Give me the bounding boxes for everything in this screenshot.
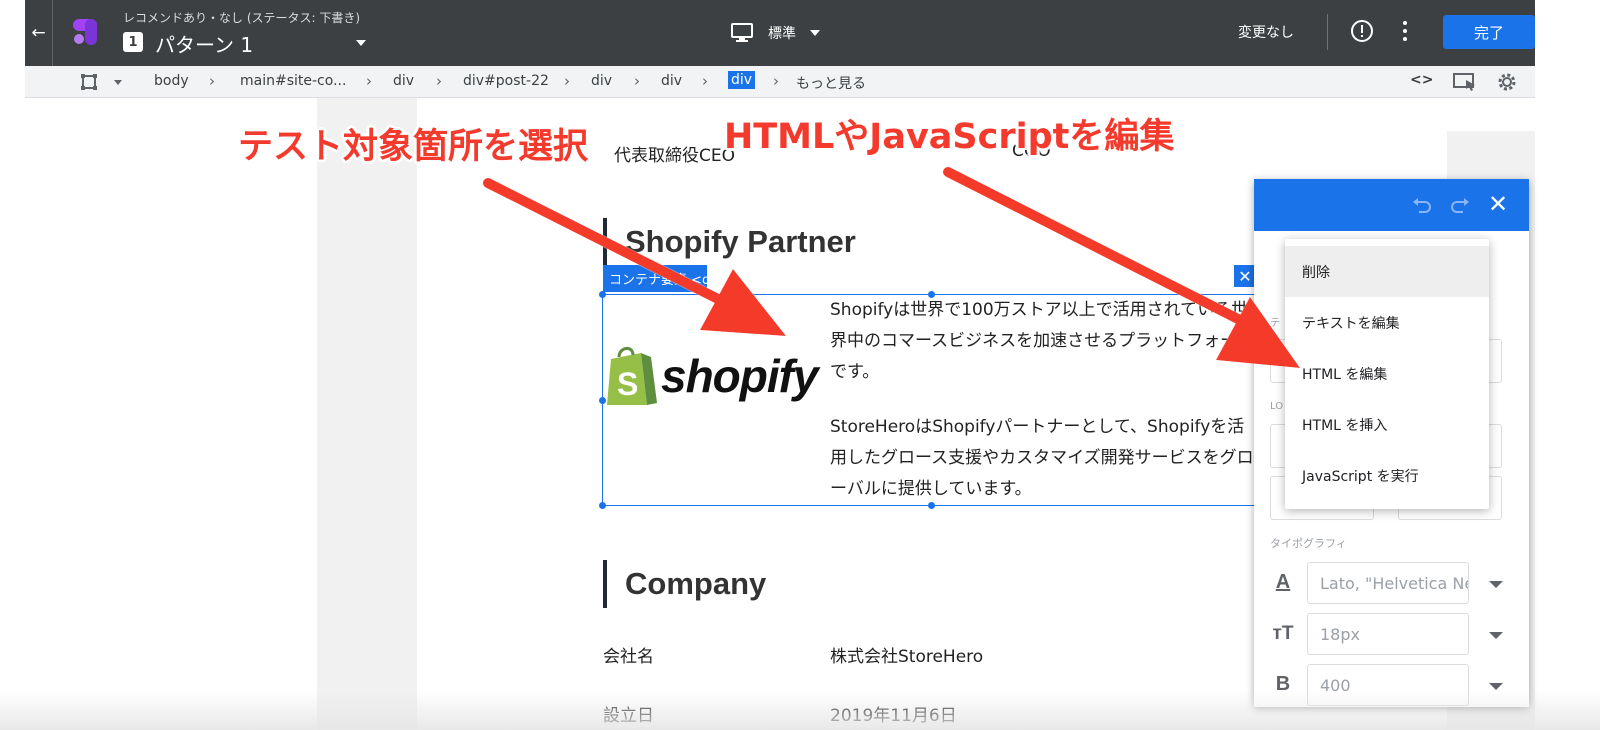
back-arrow-button[interactable]: ← — [25, 0, 53, 66]
chevron-down-icon[interactable] — [114, 80, 122, 85]
chevron-down-icon[interactable] — [1489, 581, 1503, 588]
chevron-right-icon: › — [773, 72, 779, 90]
breadcrumb-item[interactable]: div — [393, 73, 414, 89]
shopify-logo: S shopify — [603, 345, 819, 409]
team-role-text: 代表取締役CEO — [614, 146, 735, 166]
field-label: LO — [1270, 401, 1284, 412]
section-title-partner: Shopify Partner — [625, 224, 856, 259]
close-icon[interactable]: ✕ — [1234, 265, 1256, 287]
element-breadcrumb-bar: body › main#site-co... › div › div#post-… — [25, 66, 1535, 98]
variant-name[interactable]: パターン 1 — [155, 29, 253, 58]
section-heading-bar — [603, 560, 607, 608]
section-heading-bar — [603, 218, 607, 266]
menu-item-run-javascript[interactable]: JavaScript を実行 — [1285, 450, 1489, 501]
company-row-value: 株式会社StoreHero — [830, 647, 984, 667]
device-label: 標準 — [768, 26, 796, 42]
cursor-select-icon[interactable] — [1453, 72, 1477, 92]
element-select-icon[interactable] — [80, 73, 98, 91]
code-view-button[interactable]: <> — [1410, 72, 1433, 88]
chevron-down-icon[interactable] — [1489, 632, 1503, 639]
device-selector[interactable]: 標準 — [730, 20, 820, 46]
company-row-label: 会社名 — [603, 647, 654, 667]
chevron-right-icon: › — [564, 72, 570, 90]
svg-text:S: S — [617, 366, 638, 402]
chevron-right-icon: › — [634, 72, 640, 90]
arrow-left-icon: ← — [31, 23, 46, 43]
top-app-bar: ← レコメンドあり・なし (ステータス: 下書き) 1 パターン 1 標準 変更… — [25, 0, 1535, 66]
company-row-value: 2019年11月6日 — [830, 706, 957, 726]
font-size-field[interactable]: 18px — [1307, 613, 1469, 655]
font-size-icon: тT — [1272, 623, 1294, 644]
font-family-icon: A — [1275, 571, 1291, 593]
toolbar-divider — [1327, 14, 1328, 50]
selected-element-label: コンテナ要素 <div> — [603, 265, 707, 292]
font-weight-icon: B — [1275, 673, 1291, 695]
optimize-logo — [73, 19, 97, 45]
done-button[interactable]: 完了 — [1443, 15, 1535, 49]
font-family-field[interactable]: Lato, "Helvetica Ne — [1307, 562, 1469, 604]
exclamation-circle-icon[interactable] — [1350, 19, 1374, 43]
panel-header: ✕ — [1254, 179, 1529, 231]
resize-handle[interactable] — [599, 502, 606, 509]
breadcrumb-item[interactable]: div — [591, 73, 612, 89]
variant-dropdown-caret-icon[interactable] — [356, 40, 366, 46]
partner-description-2: StoreHeroはShopifyパートナーとして、Shopifyを活用したグロ… — [830, 417, 1254, 499]
save-status-text: 変更なし — [1238, 25, 1294, 41]
chevron-down-icon[interactable] — [1489, 683, 1503, 690]
partner-description-1: Shopifyは世界で100万ストア以上で活用されている世界中のコマースビジネス… — [830, 300, 1254, 382]
undo-icon[interactable] — [1411, 194, 1433, 216]
chevron-right-icon: › — [702, 72, 708, 90]
breadcrumb-item[interactable]: div#post-22 — [463, 73, 549, 89]
breadcrumb-more-link[interactable]: もっと見る — [796, 73, 866, 93]
font-weight-field[interactable]: 400 — [1307, 664, 1469, 706]
close-icon[interactable]: ✕ — [1488, 191, 1508, 217]
chevron-down-icon — [810, 30, 820, 36]
more-vert-icon[interactable] — [1395, 19, 1415, 43]
field-label: テ — [1270, 318, 1280, 329]
chevron-right-icon: › — [209, 72, 215, 90]
resize-handle[interactable] — [599, 291, 606, 298]
breadcrumb-item[interactable]: main#site-co... — [240, 73, 346, 89]
annotation-select-target: テスト対象箇所を選択 — [238, 127, 589, 167]
shopify-wordmark: shopify — [661, 350, 819, 402]
canvas-left-gutter — [317, 98, 417, 730]
desktop-monitor-icon — [731, 23, 753, 42]
gear-icon[interactable] — [1496, 71, 1518, 93]
typography-section-label: タイポグラフィ — [1270, 537, 1347, 550]
breadcrumb-item-active[interactable]: div — [728, 71, 756, 89]
element-context-menu: 削除 テキストを編集 HTML を編集 HTML を挿入 JavaScript … — [1285, 239, 1489, 509]
section-title-company: Company — [625, 566, 767, 601]
shopify-bag-icon: S — [607, 347, 657, 405]
breadcrumb-item[interactable]: body — [154, 73, 189, 89]
menu-item-insert-html[interactable]: HTML を挿入 — [1285, 399, 1489, 450]
company-row-label: 設立日 — [603, 706, 654, 726]
experiment-subtitle: レコメンドあり・なし (ステータス: 下書き) — [123, 11, 361, 25]
menu-item-edit-html[interactable]: HTML を編集 — [1285, 348, 1489, 399]
chevron-right-icon: › — [436, 72, 442, 90]
redo-icon[interactable] — [1449, 194, 1471, 216]
annotation-edit-code: HTMLやJavaScriptを編集 — [724, 117, 1175, 157]
variant-number-badge: 1 — [123, 32, 143, 52]
menu-item-edit-text[interactable]: テキストを編集 — [1285, 297, 1489, 348]
chevron-right-icon: › — [366, 72, 372, 90]
breadcrumb-item[interactable]: div — [661, 73, 682, 89]
menu-item-delete[interactable]: 削除 — [1285, 246, 1489, 297]
